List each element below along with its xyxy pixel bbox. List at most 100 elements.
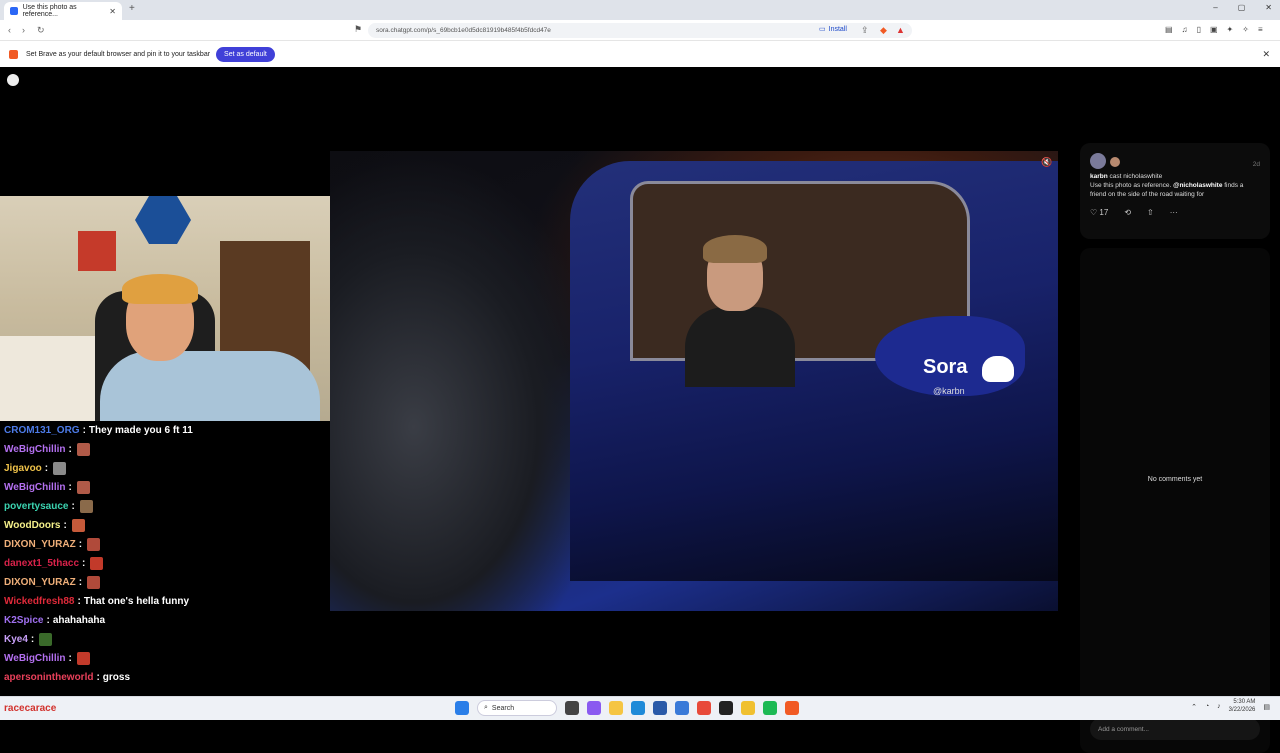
like-button[interactable]: ♡ 17 bbox=[1090, 208, 1108, 217]
stream-username: racecarace bbox=[4, 703, 57, 714]
install-button[interactable]: ▭ Install bbox=[819, 25, 847, 34]
caption-mention[interactable]: @nicholaswhite bbox=[1173, 182, 1222, 189]
brave-icon[interactable] bbox=[785, 701, 799, 715]
toolbar-icons: ▤ ♫ ▯ ▣ ✦ ✧ ≡ bbox=[1165, 25, 1263, 34]
chat-username[interactable]: apersonintheworld bbox=[4, 672, 93, 683]
chat-separator: : bbox=[78, 577, 83, 588]
chat-username[interactable]: DIXON_YURAZ bbox=[4, 539, 76, 550]
close-tab-icon[interactable]: ✕ bbox=[109, 7, 116, 16]
url-text: sora.chatgpt.com/p/s_69bcb1e0d5dc81919b4… bbox=[376, 27, 551, 34]
chat-username[interactable]: Jigavoo bbox=[4, 463, 42, 474]
vlc-icon[interactable] bbox=[741, 701, 755, 715]
file-explorer-icon[interactable] bbox=[609, 701, 623, 715]
wallet-icon[interactable]: ▣ bbox=[1210, 25, 1218, 34]
chat-text: ahahahaha bbox=[52, 615, 106, 626]
start-icon[interactable] bbox=[455, 701, 469, 715]
tab-favicon-icon bbox=[10, 7, 18, 15]
browser-tab[interactable]: Use this photo as reference... ✕ bbox=[4, 2, 122, 20]
volume-icon[interactable]: ♪ bbox=[1217, 703, 1221, 710]
chat-separator: : bbox=[30, 634, 35, 645]
post-card: 2d karbn cast nicholaswhite Use this pho… bbox=[1080, 143, 1270, 239]
sora-logo-icon[interactable] bbox=[7, 74, 19, 86]
chat-username[interactable]: K2Spice bbox=[4, 615, 43, 626]
sora-watermark: Sora bbox=[923, 356, 968, 378]
menu-icon[interactable]: ≡ bbox=[1258, 25, 1263, 34]
brave-rewards-icon[interactable]: ▲ bbox=[896, 25, 905, 35]
chat-username[interactable]: CROM131_ORG bbox=[4, 425, 80, 436]
chat-emote-icon bbox=[90, 557, 104, 570]
tab-bar: Use this photo as reference... ✕ + – ▢ ✕ bbox=[0, 0, 1280, 20]
brave-shields-icon[interactable]: ◆ bbox=[880, 25, 887, 36]
taskbar-search[interactable]: ⌕ Search bbox=[477, 700, 557, 716]
no-comments-text: No comments yet bbox=[1147, 476, 1203, 483]
close-window-icon[interactable]: ✕ bbox=[1265, 3, 1272, 12]
chat-message: WeBigChillin: bbox=[4, 440, 324, 459]
network-icon[interactable]: ◔ bbox=[1205, 703, 1209, 710]
chat-separator: : bbox=[68, 653, 72, 664]
leo-icon[interactable]: ✧ bbox=[1242, 25, 1249, 34]
bookmark-icon[interactable]: ⚑ bbox=[354, 24, 362, 35]
chat-separator: : bbox=[63, 520, 67, 531]
reader-icon[interactable]: ▤ bbox=[1165, 25, 1173, 34]
new-tab-icon[interactable]: + bbox=[129, 3, 135, 14]
mail-icon[interactable] bbox=[675, 701, 689, 715]
chat-username[interactable]: danext1_5thacc bbox=[4, 558, 79, 569]
chat-username[interactable]: WoodDoors bbox=[4, 520, 60, 531]
cast-avatar[interactable] bbox=[1110, 157, 1120, 167]
more-icon[interactable]: ··· bbox=[1170, 208, 1178, 217]
chat-separator: : bbox=[77, 596, 81, 607]
cast-text[interactable]: cast nicholaswhite bbox=[1110, 173, 1163, 180]
chevron-up-icon[interactable]: ⌃ bbox=[1191, 703, 1197, 711]
notifications-icon[interactable]: ▤ bbox=[1263, 703, 1270, 711]
chat-emote-icon bbox=[39, 633, 53, 646]
maximize-icon[interactable]: ▢ bbox=[1238, 3, 1246, 12]
video-player[interactable]: Sora @karbn bbox=[330, 151, 1058, 611]
share-page-icon[interactable]: ⇪ bbox=[861, 25, 869, 36]
chat-separator: : bbox=[82, 558, 86, 569]
store-icon[interactable] bbox=[653, 701, 667, 715]
chat-message: WoodDoors: bbox=[4, 516, 324, 535]
copilot-icon[interactable] bbox=[587, 701, 601, 715]
webcam-overlay bbox=[0, 196, 330, 421]
set-default-button[interactable]: Set as default bbox=[216, 46, 275, 62]
chat-username[interactable]: WeBigChillin bbox=[4, 482, 65, 493]
obs-icon[interactable] bbox=[719, 701, 733, 715]
chat-text: They made you 6 ft 11 bbox=[88, 425, 193, 436]
remix-icon[interactable]: ⟲ bbox=[1124, 208, 1131, 217]
speaker-mute-icon[interactable]: 🔇 bbox=[1041, 157, 1052, 168]
chat-username[interactable]: Kye4 bbox=[4, 634, 28, 645]
sidebar-icon[interactable]: ▯ bbox=[1197, 25, 1201, 34]
clock-date: 3/22/2026 bbox=[1228, 706, 1256, 713]
clock-time: 5:30 AM bbox=[1233, 699, 1256, 705]
taskbar: racecarace ⌕ Search ⌃ ◔ ♪ 5:30 AM 3/22/2… bbox=[0, 696, 1280, 720]
chat-username[interactable]: WeBigChillin bbox=[4, 444, 65, 455]
edge-icon[interactable] bbox=[631, 701, 645, 715]
chat-username[interactable]: DIXON_YURAZ bbox=[4, 577, 76, 588]
taskbar-apps: ⌕ Search bbox=[455, 700, 799, 716]
share-icon[interactable]: ⇧ bbox=[1147, 208, 1154, 217]
chat-message: DIXON_YURAZ: bbox=[4, 535, 324, 554]
driver-hair bbox=[703, 235, 767, 263]
back-icon[interactable]: ‹ bbox=[8, 25, 11, 35]
close-infobar-icon[interactable]: ✕ bbox=[1262, 49, 1270, 60]
chat-username[interactable]: povertysauce bbox=[4, 501, 68, 512]
task-view-icon[interactable] bbox=[565, 701, 579, 715]
reload-icon[interactable]: ↻ bbox=[37, 25, 45, 36]
chat-separator: : bbox=[46, 615, 50, 626]
driver-body bbox=[685, 307, 795, 387]
comment-input[interactable]: Add a comment... bbox=[1090, 718, 1260, 740]
chat-emote-icon bbox=[76, 443, 90, 456]
post-author[interactable]: karbn bbox=[1090, 173, 1108, 180]
extensions-icon[interactable]: ✦ bbox=[1227, 25, 1234, 34]
chat-username[interactable]: WeBigChillin bbox=[4, 653, 65, 664]
chat-message: danext1_5thacc: bbox=[4, 554, 324, 573]
avatar[interactable] bbox=[1090, 153, 1106, 169]
spotify-icon[interactable] bbox=[763, 701, 777, 715]
forward-icon[interactable]: › bbox=[22, 25, 25, 35]
minimize-icon[interactable]: – bbox=[1213, 3, 1217, 12]
music-icon[interactable]: ♫ bbox=[1182, 25, 1188, 34]
chat-message: K2Spice: ahahahaha bbox=[4, 611, 324, 630]
chat-username[interactable]: Wickedfresh88 bbox=[4, 596, 75, 607]
chrome-icon[interactable] bbox=[697, 701, 711, 715]
clock[interactable]: 5:30 AM 3/22/2026 bbox=[1229, 699, 1256, 715]
